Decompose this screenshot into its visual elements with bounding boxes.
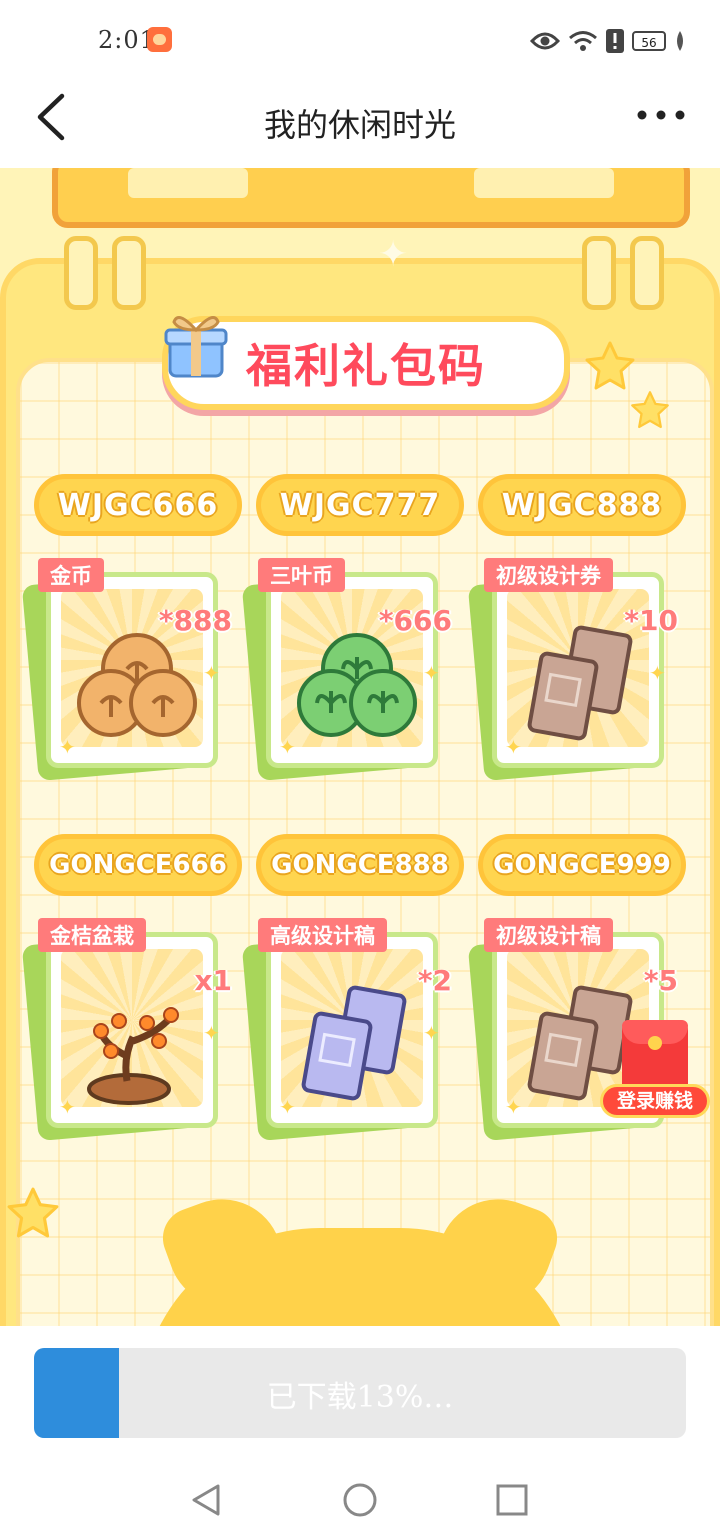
more-options-button[interactable] (636, 100, 686, 130)
login-earn-label: 登录赚钱 (600, 1084, 710, 1118)
reward-quantity: *888 (158, 604, 232, 637)
gift-code-pill[interactable]: GONGCE888 (256, 834, 464, 896)
reward-name-label: 高级设计稿 (258, 918, 387, 952)
star-icon (585, 341, 635, 390)
sparkle-icon: ✦ (279, 735, 296, 759)
leaf-icon (677, 31, 683, 51)
gift-code-text: WJGC666 (57, 487, 219, 523)
reward-card: ✦ ✦ 初级设计券 *10 (467, 558, 678, 782)
alert-icon (606, 29, 624, 53)
promo-banner: ✦ 福利礼包码 WJGC666 WJGC777 WJGC888 ✦ ✦ 金币 *… (0, 168, 720, 1326)
wifi-icon (569, 31, 597, 51)
system-recents-button[interactable] (492, 1480, 532, 1520)
reward-card: ✦ ✦ 高级设计稿 *2 (241, 918, 452, 1142)
gift-code-pill[interactable]: WJGC666 (34, 474, 242, 536)
gift-code-text: GONGCE999 (493, 850, 671, 880)
eye-icon (530, 32, 560, 50)
reward-quantity: *5 (643, 964, 678, 997)
top-banner-decoration (52, 168, 690, 228)
reward-card: ✦ ✦ 三叶币 *666 (241, 558, 452, 782)
login-earn-floating-button[interactable]: 登录赚钱 (600, 1020, 710, 1120)
reward-name-label: 初级设计券 (484, 558, 613, 592)
battery-icon: 56 (632, 31, 666, 51)
gift-code-pill[interactable]: WJGC888 (478, 474, 686, 536)
star-icon (7, 1187, 59, 1238)
sparkle-icon: ✦ (423, 661, 440, 685)
reward-quantity: *10 (624, 604, 678, 637)
status-bar: 2:01 56 (0, 0, 720, 80)
gift-code-pill[interactable]: GONGCE666 (34, 834, 242, 896)
reward-name-label: 金币 (38, 558, 104, 592)
gift-code-text: GONGCE888 (271, 850, 449, 880)
page-title: 我的休闲时光 (263, 106, 456, 144)
reward-name-label: 三叶币 (258, 558, 345, 592)
reward-card: ✦ ✦ 金桔盆栽 x1 (21, 918, 232, 1142)
reward-name-label: 初级设计稿 (484, 918, 613, 952)
sparkle-icon: ✦ (423, 1021, 440, 1045)
status-icons: 56 (530, 28, 686, 54)
sparkle-icon: ✦ (59, 735, 76, 759)
gift-code-pill[interactable]: WJGC777 (256, 474, 464, 536)
gift-code-pill[interactable]: GONGCE999 (478, 834, 686, 896)
app-notification-icon (147, 27, 172, 52)
system-back-button[interactable] (186, 1480, 226, 1520)
red-packet-icon (622, 1020, 688, 1094)
reward-quantity: *2 (417, 964, 452, 997)
sparkle-icon: ✦ (59, 1095, 76, 1119)
kumquat-bonsai-icon (87, 1007, 179, 1105)
gift-code-text: WJGC777 (279, 487, 441, 523)
reward-quantity: x1 (194, 964, 232, 997)
system-nav-bar (0, 1456, 720, 1540)
download-area: 已下载13%… (0, 1326, 720, 1456)
star-icon (631, 391, 669, 429)
blueprint-icon (301, 985, 407, 1101)
system-home-button[interactable] (340, 1480, 380, 1520)
sparkle-icon: ✦ (649, 661, 666, 685)
download-status-text: 已下载13%… (266, 1380, 454, 1415)
gift-code-text: WJGC888 (501, 487, 663, 523)
binder-ring (112, 236, 146, 310)
sparkle-icon: ✦ (279, 1095, 296, 1119)
reward-card: ✦ ✦ 金币 *888 (21, 558, 232, 782)
sparkle-icon: ✦ (505, 735, 522, 759)
gift-code-title: 福利礼包码 (246, 339, 486, 393)
download-progress-button[interactable]: 已下载13%… (34, 1348, 686, 1438)
sparkle-icon: ✦ (203, 1021, 220, 1045)
nav-bar: 我的休闲时光 (0, 80, 720, 168)
gift-code-header: 福利礼包码 (162, 316, 570, 410)
sparkle-icon: ✦ (505, 1095, 522, 1119)
binder-ring (630, 236, 664, 310)
gift-box-icon (164, 316, 228, 378)
binder-ring (582, 236, 616, 310)
sparkle-icon: ✦ (203, 661, 220, 685)
binder-ring (64, 236, 98, 310)
reward-name-label: 金桔盆栽 (38, 918, 146, 952)
gift-code-text: GONGCE666 (49, 850, 227, 880)
sparkle-icon: ✦ (378, 234, 409, 275)
reward-quantity: *666 (378, 604, 452, 637)
